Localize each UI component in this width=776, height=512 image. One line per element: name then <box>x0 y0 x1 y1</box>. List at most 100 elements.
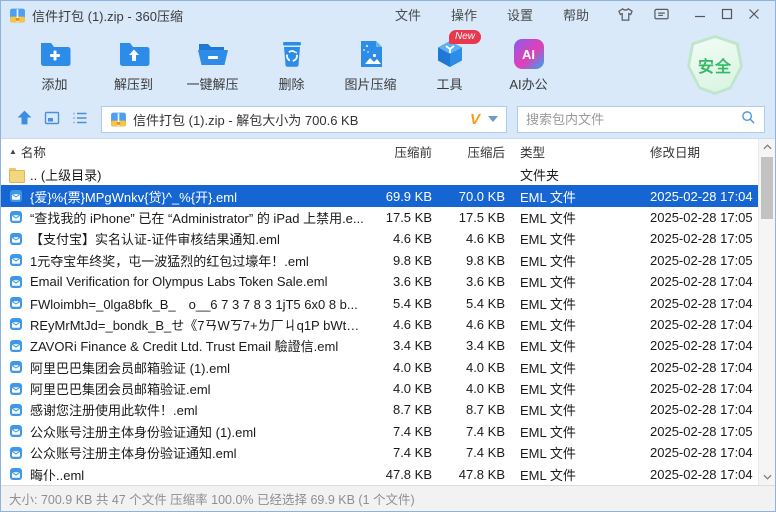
file-name: .. (上级目录) <box>30 165 102 184</box>
menu-help[interactable]: 帮助 <box>548 1 604 30</box>
one-click-extract-button[interactable]: 一键解压 <box>173 37 252 93</box>
close-button[interactable] <box>740 1 767 30</box>
table-row[interactable]: 阿里巴巴集团会员邮箱验证.eml 4.0 KB 4.0 KB EML 文件 20… <box>1 378 758 399</box>
header-name[interactable]: ▲ 名称 <box>9 142 367 161</box>
ai-office-icon: AI <box>514 39 544 69</box>
file-size-after: 4.0 KB <box>432 360 505 375</box>
eml-file-icon <box>9 446 24 460</box>
list-view-button[interactable] <box>67 106 93 132</box>
menu-operation[interactable]: 操作 <box>436 1 492 30</box>
table-row[interactable]: 感谢您注册使用此软件！.eml 8.7 KB 8.7 KB EML 文件 202… <box>1 399 758 420</box>
menubar: 文件 操作 设置 帮助 <box>380 1 604 30</box>
file-size-after: 3.4 KB <box>432 338 505 353</box>
table-row[interactable]: 阿里巴巴集团会员邮箱验证 (1).eml 4.0 KB 4.0 KB EML 文… <box>1 357 758 378</box>
extract-to-button[interactable]: 解压到 <box>94 37 173 93</box>
file-name: Email Verification for Olympus Labs Toke… <box>30 274 327 289</box>
statusbar: 大小: 700.9 KB 共 47 个文件 压缩率 100.0% 已经选择 69… <box>1 485 775 511</box>
file-size-after: 4.6 KB <box>432 317 505 332</box>
table-row[interactable]: 公众账号注册主体身份验证通知.eml 7.4 KB 7.4 KB EML 文件 … <box>1 442 758 463</box>
search-input[interactable] <box>526 112 741 127</box>
file-size-before: 8.7 KB <box>367 402 432 417</box>
scroll-up-icon[interactable] <box>759 139 775 155</box>
image-compress-button[interactable]: 图片压缩 <box>331 37 410 93</box>
table-row[interactable]: 1元夺宝年终奖，屯一波猛烈的红包过壕年！.eml 9.8 KB 9.8 KB E… <box>1 250 758 271</box>
file-list: .. (上级目录) 文件夹 {爱}%{票}MPgWnkv{贷}^_%{开}.em… <box>1 164 758 485</box>
table-row[interactable]: 【支付宝】实名认证-证件审核结果通知.eml 4.6 KB 4.6 KB EML… <box>1 228 758 249</box>
ai-office-button[interactable]: AI AI办公 <box>489 37 568 93</box>
add-button[interactable]: 添加 <box>15 37 94 93</box>
file-modified-date: 2025-02-28 17:05 <box>635 210 758 225</box>
chevron-down-icon[interactable] <box>488 116 498 122</box>
add-folder-icon <box>37 37 73 71</box>
eml-file-icon <box>9 189 24 203</box>
list-header: ▲ 名称 压缩前 压缩后 类型 修改日期 <box>1 139 758 164</box>
table-row[interactable]: .. (上级目录) 文件夹 <box>1 164 758 185</box>
app-window: 信件打包 (1).zip - 360压缩 文件 操作 设置 帮助 <box>0 0 776 512</box>
eml-file-icon <box>9 382 24 396</box>
list-view-icon <box>72 110 88 129</box>
feedback-icon <box>653 7 670 25</box>
zip-file-icon <box>110 111 127 128</box>
skin-theme-button[interactable] <box>610 1 640 30</box>
scrollbar-thumb[interactable] <box>761 157 773 219</box>
tool-label: AI办公 <box>509 74 547 93</box>
delete-button[interactable]: 删除 <box>252 37 331 93</box>
file-type: EML 文件 <box>505 422 635 441</box>
scroll-down-icon[interactable] <box>759 469 775 485</box>
vip-v-icon[interactable]: V <box>470 111 480 128</box>
file-modified-date: 2025-02-28 17:04 <box>635 360 758 375</box>
vertical-scrollbar[interactable] <box>758 139 775 485</box>
minimize-button[interactable] <box>686 1 713 30</box>
eml-file-icon <box>9 317 24 331</box>
table-row[interactable]: 公众账号注册主体身份验证通知 (1).eml 7.4 KB 7.4 KB EML… <box>1 421 758 442</box>
header-size-before[interactable]: 压缩前 <box>367 142 432 161</box>
table-row[interactable]: ZAVORi Finance & Credit Ltd. Trust Email… <box>1 335 758 356</box>
file-type: EML 文件 <box>505 251 635 270</box>
feedback-button[interactable] <box>646 1 676 30</box>
up-level-button[interactable] <box>11 106 37 132</box>
minimize-icon <box>694 8 706 23</box>
file-name: 阿里巴巴集团会员邮箱验证.eml <box>30 379 211 398</box>
file-size-before: 4.6 KB <box>367 231 432 246</box>
file-size-after: 4.6 KB <box>432 231 505 246</box>
header-type[interactable]: 类型 <box>505 142 635 161</box>
file-size-before: 7.4 KB <box>367 445 432 460</box>
table-row[interactable]: {爱}%{票}MPgWnkv{贷}^_%{开}.eml 69.9 KB 70.0… <box>1 185 758 206</box>
table-row[interactable]: 晦仆..eml 47.8 KB 47.8 KB EML 文件 2025-02-2… <box>1 463 758 484</box>
file-modified-date: 2025-02-28 17:04 <box>635 467 758 482</box>
zip-archive-icon <box>9 7 26 24</box>
search-field[interactable] <box>517 106 765 133</box>
table-row[interactable]: Email Verification for Olympus Labs Toke… <box>1 271 758 292</box>
file-modified-date: 2025-02-28 17:04 <box>635 274 758 289</box>
file-modified-date: 2025-02-28 17:04 <box>635 296 758 311</box>
table-row[interactable]: REyMrMtJd=_bondk_B_せ《7ㄢWㄎ7+ㄌ厂ㄐq1P bWtㄅ..… <box>1 314 758 335</box>
table-row[interactable]: “查找我的 iPhone” 已在 “Administrator” 的 iPad … <box>1 207 758 228</box>
file-size-before: 3.6 KB <box>367 274 432 289</box>
maximize-button[interactable] <box>713 1 740 30</box>
file-size-after: 8.7 KB <box>432 402 505 417</box>
eml-file-icon <box>9 403 24 417</box>
search-icon[interactable] <box>741 110 756 128</box>
safe-shield-badge[interactable]: 安全 <box>687 35 743 95</box>
scrollbar-track[interactable] <box>759 155 775 469</box>
table-row[interactable]: FWloimbh=_0lga8bfk_B_ o__6 7 3 7 8 3 1jT… <box>1 292 758 313</box>
preview-pane-button[interactable] <box>39 106 65 132</box>
archive-path-field[interactable]: 信件打包 (1).zip - 解包大小为 700.6 KB V <box>101 106 507 133</box>
file-size-after: 7.4 KB <box>432 445 505 460</box>
file-modified-date: 2025-02-28 17:05 <box>635 424 758 439</box>
tool-label: 添加 <box>41 74 67 93</box>
file-size-after: 4.0 KB <box>432 381 505 396</box>
tool-label: 图片压缩 <box>344 74 396 93</box>
image-compress-icon <box>353 37 389 71</box>
tools-button[interactable]: New 工具 <box>410 37 489 93</box>
tool-label: 一键解压 <box>186 74 238 93</box>
file-modified-date: 2025-02-28 17:04 <box>635 189 758 204</box>
archive-path-text: 信件打包 (1).zip - 解包大小为 700.6 KB <box>133 110 470 129</box>
header-modified-date[interactable]: 修改日期 <box>635 142 758 161</box>
menu-file[interactable]: 文件 <box>380 1 436 30</box>
header-size-after[interactable]: 压缩后 <box>432 142 505 161</box>
window-title: 信件打包 (1).zip - 360压缩 <box>32 6 183 25</box>
menu-settings[interactable]: 设置 <box>492 1 548 30</box>
file-modified-date: 2025-02-28 17:04 <box>635 338 758 353</box>
file-list-area: ▲ 名称 压缩前 压缩后 类型 修改日期 .. (上级目录) 文件夹 {爱}%{… <box>1 138 775 485</box>
